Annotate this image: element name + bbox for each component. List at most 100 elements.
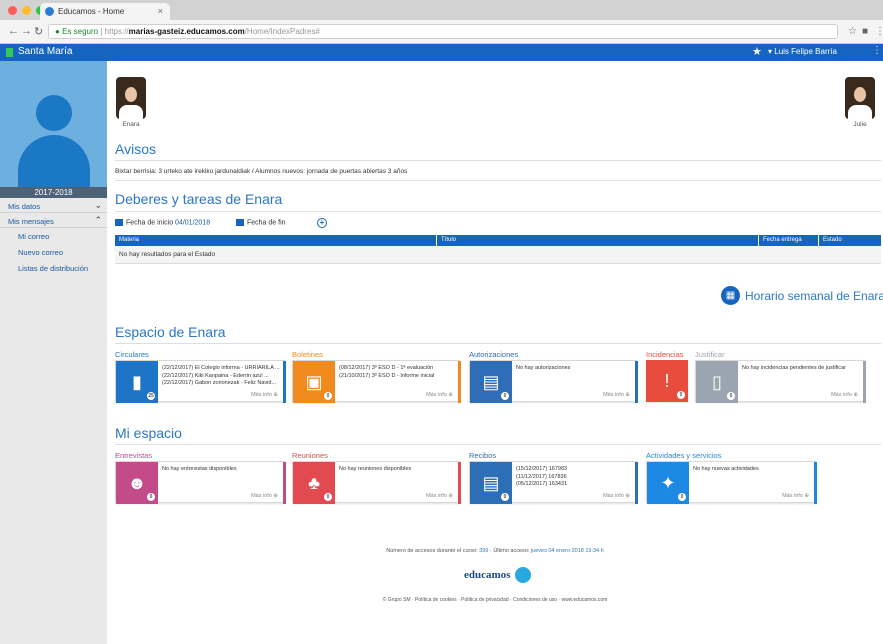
deberes-title: Deberes y tareas de Enara bbox=[115, 191, 283, 207]
recibos-card[interactable]: ▤ 0 (15/12/2017) 167983 (11/12/2017) 167… bbox=[469, 461, 638, 504]
table-empty-row: No hay resultados para el Estado bbox=[115, 246, 881, 264]
more-info-link[interactable]: Más info ⊕ bbox=[603, 493, 630, 499]
circulares-card[interactable]: ▮ 25 (22/12/2017) El Colegio informa - U… bbox=[115, 360, 286, 403]
column-titulo[interactable]: Título bbox=[437, 235, 759, 246]
count-badge: 0 bbox=[677, 391, 685, 399]
footer-links[interactable]: © Grupo SM · Política de cookies · Polít… bbox=[107, 597, 883, 603]
calendar-icon[interactable] bbox=[236, 219, 244, 226]
count-badge: 0 bbox=[147, 493, 155, 501]
more-info-link[interactable]: Más info ⊕ bbox=[782, 493, 809, 499]
actividades-card[interactable]: ✦ 0 No hay nuevas actividades Más info ⊕ bbox=[646, 461, 817, 504]
boletines-card[interactable]: ▣ 0 (08/12/2017) 3º ESO D - 1ª evaluació… bbox=[292, 360, 461, 403]
autorizaciones-list: No hay autorizaciones bbox=[516, 365, 632, 373]
chevron-up-icon: ⌃ bbox=[94, 215, 102, 225]
sidebar-subitem-listas[interactable]: Listas de distribución bbox=[0, 260, 107, 276]
list-item: No hay nuevas actividades bbox=[693, 466, 759, 472]
divider bbox=[115, 444, 881, 445]
list-item[interactable]: (11/12/2017) 167836 bbox=[516, 474, 632, 482]
favorites-star-icon[interactable]: ★ bbox=[752, 45, 762, 58]
educamos-logo-icon bbox=[515, 567, 531, 583]
calendar-icon: ▦ bbox=[721, 286, 740, 305]
last-access-prefix: Último acceso: bbox=[493, 548, 530, 554]
column-estado[interactable]: Estado bbox=[819, 235, 881, 246]
horario-link[interactable]: ▦ Horario semanal de Enara bbox=[721, 286, 883, 305]
entrevistas-label[interactable]: Entrevistas bbox=[115, 451, 152, 460]
espacio-title: Espacio de Enara bbox=[115, 324, 226, 340]
list-item[interactable]: (08/12/2017) 3º ESO D - 1ª evaluación bbox=[339, 365, 455, 373]
table-header: Materia Título Fecha entrega Estado bbox=[115, 235, 881, 246]
list-item[interactable]: (22/12/2017) Gabon zorionezak - Feliz Na… bbox=[162, 380, 280, 388]
card-accent bbox=[814, 462, 817, 504]
user-menu[interactable]: ▾ Luis Felipe Barría bbox=[768, 47, 837, 56]
url-input[interactable]: ● Es seguro | https://marias-gasteiz.edu… bbox=[48, 24, 838, 39]
menu-icon[interactable]: ⋮ bbox=[875, 26, 883, 37]
horario-label: Horario semanal de Enara bbox=[745, 288, 883, 303]
boletines-label[interactable]: Boletines bbox=[292, 350, 323, 359]
more-info-link[interactable]: Más info ⊕ bbox=[426, 493, 453, 499]
autorizaciones-label[interactable]: Autorizaciones bbox=[469, 350, 518, 359]
more-info-link[interactable]: Más info ⊕ bbox=[426, 392, 453, 398]
sidebar-subitem-nuevo-correo[interactable]: Nuevo correo bbox=[0, 244, 107, 260]
avatar-body-icon bbox=[18, 135, 90, 187]
grid-menu-icon[interactable]: ⋮ bbox=[872, 45, 882, 56]
student-julie[interactable]: Julie bbox=[840, 77, 880, 128]
column-fecha-entrega[interactable]: Fecha entrega bbox=[759, 235, 819, 246]
browser-chrome: Educamos - Home × ← → ↻ ● Es seguro | ht… bbox=[0, 0, 883, 44]
date-filters: Fecha de inicio 04/01/2018 Fecha de fin bbox=[115, 219, 286, 226]
actividades-list: No hay nuevas actividades bbox=[693, 466, 811, 474]
end-date-label: Fecha de fin bbox=[247, 219, 286, 227]
entrevistas-card[interactable]: ☻ 0 No hay entrevistas disponibles Más i… bbox=[115, 461, 286, 504]
justificar-card[interactable]: ▯ 0 No hay incidencias pendientes de jus… bbox=[695, 360, 866, 403]
list-item[interactable]: (15/12/2017) 167983 bbox=[516, 466, 632, 474]
school-name[interactable]: Santa María bbox=[18, 46, 72, 57]
circulares-list: (22/12/2017) El Colegio informa - URRIAR… bbox=[162, 365, 280, 388]
tab-close-icon[interactable]: × bbox=[158, 6, 163, 16]
sidebar-item-mis-mensajes[interactable]: Mis mensajes ⌃ bbox=[0, 213, 107, 228]
start-date-value[interactable]: 04/01/2018 bbox=[175, 219, 210, 226]
divider bbox=[115, 160, 881, 161]
add-filter-button[interactable]: + bbox=[317, 218, 327, 228]
forward-icon[interactable]: → bbox=[21, 25, 32, 37]
last-access-value: jueves 04 enero 2018 19:34 h bbox=[530, 548, 604, 554]
count-badge: 0 bbox=[501, 392, 509, 400]
profile-avatar bbox=[0, 61, 107, 187]
actividades-label[interactable]: Actividades y servicios bbox=[646, 451, 721, 460]
student-name: Julie bbox=[853, 121, 867, 128]
extension-icon[interactable]: ■ bbox=[862, 26, 868, 37]
more-info-link[interactable]: Más info ⊕ bbox=[831, 392, 858, 398]
access-count: 399 bbox=[479, 548, 489, 554]
url-path: /Home/IndexPadres# bbox=[244, 27, 320, 36]
student-enara[interactable]: Enara bbox=[111, 77, 151, 128]
more-info-link[interactable]: Más info ⊕ bbox=[251, 392, 278, 398]
incidencias-label[interactable]: Incidencias bbox=[646, 350, 684, 359]
student-photo bbox=[845, 77, 875, 119]
circulares-label[interactable]: Circulares bbox=[115, 350, 149, 359]
sidebar-item-mis-datos[interactable]: Mis datos ⌄ bbox=[0, 198, 107, 213]
calendar-icon[interactable] bbox=[115, 219, 123, 226]
column-materia[interactable]: Materia bbox=[115, 235, 437, 246]
list-item[interactable]: (22/12/2017) El Colegio informa - URRIAR… bbox=[162, 365, 280, 373]
reuniones-card[interactable]: ♣ 0 No hay reuniones disponibles Más inf… bbox=[292, 461, 461, 504]
list-item[interactable]: (22/12/2017) Kiki Kanpaina - Ederrin azu… bbox=[162, 373, 280, 381]
list-item[interactable]: (21/10/2017) 3º ESO D - Informe inicial bbox=[339, 373, 455, 381]
list-item[interactable]: (05/12/2017) 163431 bbox=[516, 481, 632, 489]
student-photo bbox=[116, 77, 146, 119]
reload-icon[interactable]: ↻ bbox=[34, 25, 43, 38]
minimize-window-button[interactable] bbox=[22, 6, 31, 15]
aviso-text[interactable]: Bixtar berrisia: 3 urteko ate irekiko ja… bbox=[115, 168, 407, 175]
start-date-label: Fecha de inicio bbox=[126, 219, 174, 227]
more-info-link[interactable]: Más info ⊕ bbox=[251, 493, 278, 499]
browser-tab[interactable]: Educamos - Home × bbox=[40, 3, 170, 20]
close-window-button[interactable] bbox=[8, 6, 17, 15]
incidencias-card[interactable]: ! 0 bbox=[646, 360, 688, 402]
card-accent bbox=[458, 361, 461, 403]
recibos-label[interactable]: Recibos bbox=[469, 451, 496, 460]
bookmark-star-icon[interactable]: ☆ bbox=[848, 26, 857, 37]
justificar-label[interactable]: Justificar bbox=[695, 350, 725, 359]
autorizaciones-card[interactable]: ▤ 0 No hay autorizaciones Más info ⊕ bbox=[469, 360, 638, 403]
sidebar-subitem-mi-correo[interactable]: Mi correo bbox=[0, 228, 107, 244]
back-icon[interactable]: ← bbox=[8, 25, 19, 37]
count-badge: 0 bbox=[324, 392, 332, 400]
more-info-link[interactable]: Más info ⊕ bbox=[603, 392, 630, 398]
reuniones-label[interactable]: Reuniones bbox=[292, 451, 328, 460]
